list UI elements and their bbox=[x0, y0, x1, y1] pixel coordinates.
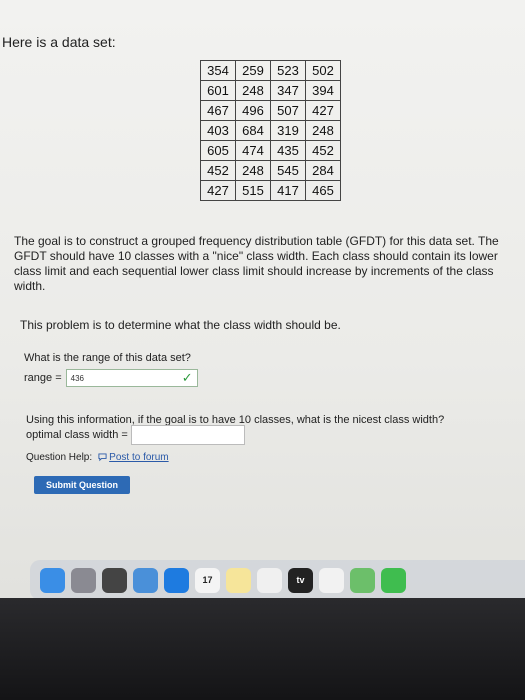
notes-icon[interactable] bbox=[226, 567, 251, 593]
table-cell: 496 bbox=[235, 100, 271, 121]
table-cell: 601 bbox=[200, 80, 236, 101]
table-row: 427 515 417 465 bbox=[200, 180, 341, 201]
table-row: 605 474 435 452 bbox=[200, 140, 341, 161]
table-cell: 347 bbox=[270, 80, 306, 101]
table-row: 452 248 545 284 bbox=[200, 160, 341, 181]
table-cell: 465 bbox=[305, 180, 341, 201]
table-row: 467 496 507 427 bbox=[200, 100, 341, 121]
browser-viewport: Here is a data set: 354 259 523 502 601 248 34… bbox=[0, 0, 525, 598]
table-cell: 605 bbox=[200, 140, 236, 161]
class-width-input[interactable] bbox=[130, 425, 245, 445]
class-width-label: optimal class width = bbox=[26, 429, 128, 441]
table-cell: 284 bbox=[305, 160, 341, 181]
submit-question-button[interactable]: Submit Question bbox=[34, 476, 130, 494]
table-cell: 248 bbox=[305, 120, 341, 141]
table-cell: 502 bbox=[305, 60, 341, 81]
safari-icon[interactable] bbox=[164, 567, 189, 593]
finder-icon[interactable] bbox=[40, 567, 65, 593]
goal-paragraph: The goal is to construct a grouped frequ… bbox=[14, 234, 499, 293]
appletv-icon[interactable]: tv bbox=[288, 567, 313, 593]
table-row: 354 259 523 502 bbox=[200, 60, 341, 81]
table-cell: 545 bbox=[270, 160, 306, 181]
maps-icon[interactable] bbox=[350, 567, 375, 593]
data-set-table: 354 259 523 502 601 248 347 394 467 496 507 427 403 6… bbox=[200, 60, 341, 201]
apps-grid-icon[interactable] bbox=[102, 567, 127, 593]
post-to-forum-text: Post to forum bbox=[109, 452, 169, 463]
range-input[interactable]: 436 ✓ bbox=[65, 369, 198, 387]
problem-statement: This problem is to determine what the cl… bbox=[20, 318, 341, 332]
post-to-forum-link[interactable]: Post to forum bbox=[98, 452, 169, 463]
reminders-icon[interactable] bbox=[319, 567, 344, 593]
table-cell: 684 bbox=[235, 120, 271, 141]
table-cell: 319 bbox=[270, 120, 306, 141]
table-cell: 427 bbox=[200, 180, 236, 201]
mac-dock: 17 tv bbox=[30, 560, 525, 598]
calendar-icon[interactable]: 17 bbox=[195, 567, 220, 593]
table-cell: 394 bbox=[305, 80, 341, 101]
range-answer-row: range = 436 ✓ bbox=[24, 369, 198, 387]
table-cell: 515 bbox=[235, 180, 271, 201]
facetime-icon[interactable] bbox=[381, 567, 406, 593]
table-cell: 474 bbox=[235, 140, 271, 161]
table-cell: 248 bbox=[235, 80, 271, 101]
table-cell: 452 bbox=[305, 140, 341, 161]
question-help-label: Question Help: bbox=[26, 452, 93, 463]
speech-bubble-icon bbox=[98, 453, 107, 462]
table-cell: 403 bbox=[200, 120, 236, 141]
table-cell: 435 bbox=[270, 140, 306, 161]
checkmark-icon: ✓ bbox=[181, 370, 193, 385]
table-cell: 248 bbox=[235, 160, 271, 181]
table-cell: 507 bbox=[270, 100, 306, 121]
table-cell: 259 bbox=[235, 60, 271, 81]
table-cell: 417 bbox=[270, 180, 306, 201]
table-cell: 427 bbox=[305, 100, 341, 121]
table-cell: 523 bbox=[270, 60, 306, 81]
range-label: range = bbox=[24, 372, 62, 384]
photos-icon[interactable] bbox=[257, 567, 282, 593]
table-cell: 452 bbox=[200, 160, 236, 181]
table-cell: 354 bbox=[200, 60, 236, 81]
table-row: 403 684 319 248 bbox=[200, 120, 341, 141]
table-row: 601 248 347 394 bbox=[200, 80, 341, 101]
intro-text: Here is a data set: bbox=[2, 34, 116, 50]
range-value: 436 bbox=[70, 373, 84, 383]
laptop-bezel bbox=[0, 598, 525, 700]
table-cell: 467 bbox=[200, 100, 236, 121]
launchpad-icon[interactable] bbox=[71, 567, 96, 593]
range-question: What is the range of this data set? bbox=[24, 352, 191, 364]
question-help: Question Help: Post to forum bbox=[26, 452, 169, 463]
class-width-answer-row: optimal class width = bbox=[26, 425, 245, 445]
mail-icon[interactable] bbox=[133, 567, 158, 593]
